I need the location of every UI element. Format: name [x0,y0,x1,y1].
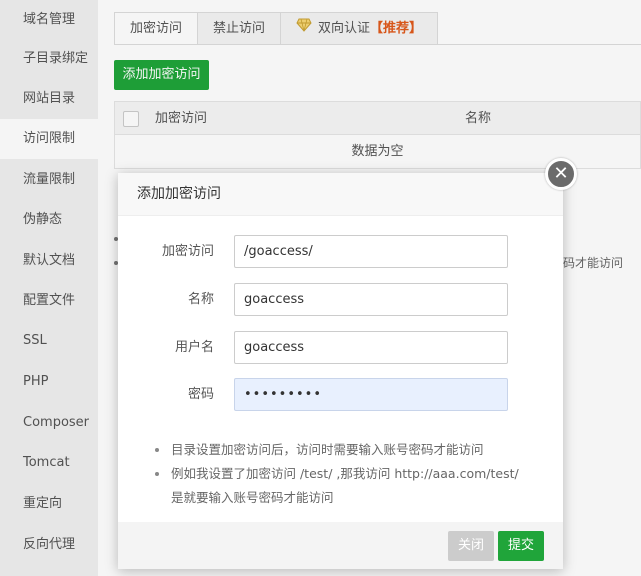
name-label: 名称 [118,283,214,316]
name-field-row: 名称 [118,283,563,316]
dialog-title: 添加加密访问 [118,173,563,216]
tip-item: 例如我设置了加密访问 /test/ ,那我访问 http://aaa.com/t… [153,462,533,510]
dialog-footer: 关闭 提交 [118,522,563,569]
username-field-row: 用户名 [118,331,563,364]
username-input[interactable] [234,331,508,364]
password-field-row: 密码 [118,378,563,411]
username-label: 用户名 [118,331,214,364]
close-icon[interactable]: ✕ [545,158,577,190]
path-field-row: 加密访问 [118,235,563,268]
password-label: 密码 [118,378,214,411]
close-button[interactable]: 关闭 [448,531,494,561]
tip-item: 目录设置加密访问后，访问时需要输入账号密码才能访问 [153,438,533,462]
add-access-dialog: 添加加密访问 加密访问 名称 用户名 密码 目录设置加密访问后，访问时需要输入账… [118,173,563,569]
path-label: 加密访问 [118,235,214,268]
path-input[interactable] [234,235,508,268]
password-input[interactable] [234,378,508,411]
submit-button[interactable]: 提交 [498,531,544,561]
tips-list: 目录设置加密访问后，访问时需要输入账号密码才能访问 例如我设置了加密访问 /te… [153,438,533,510]
name-input[interactable] [234,283,508,316]
